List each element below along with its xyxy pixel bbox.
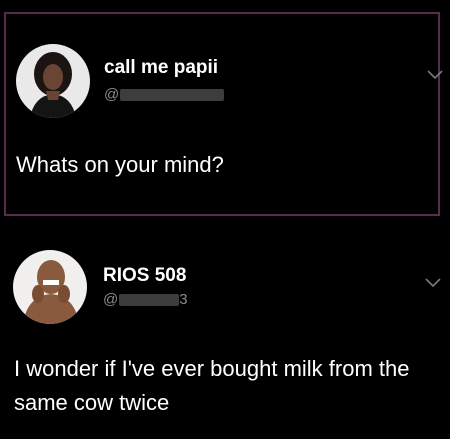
- handle-suffix: 3: [179, 291, 188, 308]
- post-card-1[interactable]: call me papii @ Whats on your mind?: [4, 12, 443, 216]
- handle-redaction: [120, 89, 225, 102]
- handle-redaction: [119, 294, 180, 307]
- handle[interactable]: @: [104, 86, 225, 103]
- handle-prefix: @: [103, 291, 119, 308]
- display-name[interactable]: call me papii: [104, 57, 218, 79]
- handle-prefix: @: [104, 86, 120, 103]
- avatar-man-icon: [13, 250, 87, 324]
- display-name[interactable]: RIOS 508: [103, 265, 186, 287]
- avatar-1[interactable]: [16, 44, 90, 118]
- post-text: I wonder if I've ever bought milk from t…: [14, 356, 410, 415]
- avatar-2[interactable]: [13, 250, 87, 324]
- chevron-down-icon[interactable]: [426, 68, 444, 80]
- handle[interactable]: @3: [103, 291, 188, 308]
- post-text: Whats on your mind?: [16, 152, 224, 177]
- avatar-woman-icon: [16, 44, 90, 118]
- post-card-2[interactable]: RIOS 508 @3 I wonder if I've ever bought…: [0, 238, 450, 438]
- chevron-down-icon[interactable]: [424, 276, 442, 288]
